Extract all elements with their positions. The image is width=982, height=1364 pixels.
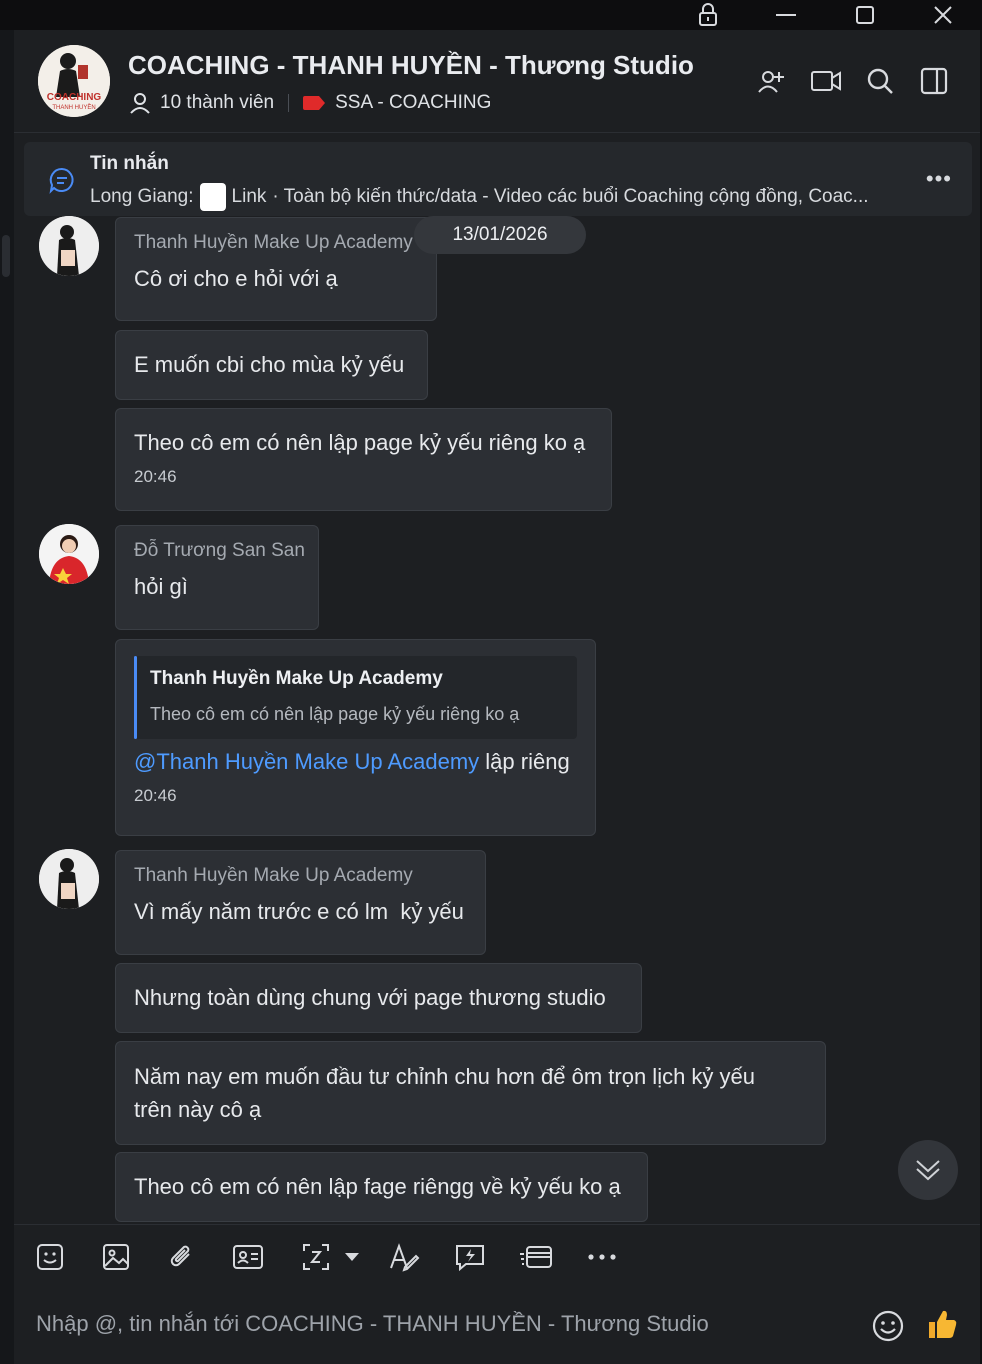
chevron-down-icon[interactable] [332, 1237, 372, 1277]
add-member-icon[interactable] [755, 64, 789, 98]
date-separator: 13/01/2026 [414, 216, 586, 254]
message-text: Theo cô em có nên lập page kỷ yếu riêng … [134, 430, 586, 455]
pinned-title: Tin nhắn [90, 153, 169, 174]
message-bubble[interactable]: Thanh Huyền Make Up Academy Cô ơi cho e … [115, 217, 437, 321]
tag-icon [303, 96, 335, 110]
scroll-to-bottom-button[interactable] [898, 1140, 958, 1200]
avatar[interactable] [39, 216, 99, 276]
conversation-title[interactable]: COACHING - THANH HUYỀN - Thương Studio [128, 50, 694, 81]
attachment-icon[interactable] [162, 1237, 202, 1277]
lock-icon[interactable] [683, 0, 733, 30]
chevron-double-down-icon [916, 1160, 940, 1181]
sticker-icon[interactable] [30, 1237, 70, 1277]
message-text: Theo cô em có nên lập fage riêngg về kỷ … [134, 1174, 621, 1199]
reply-quote[interactable]: Thanh Huyền Make Up Academy Theo cô em c… [134, 656, 577, 739]
maximize-icon[interactable] [840, 0, 890, 30]
message-bubble[interactable]: Thanh Huyền Make Up Academy Vì mấy năm t… [115, 850, 486, 955]
message-text-line: Năm nay em muốn đầu tư chỉnh chu hơn để … [134, 1064, 756, 1089]
avatar[interactable] [39, 849, 99, 909]
message-list: Thanh Huyền Make Up Academy Cô ơi cho e … [14, 216, 980, 1224]
message-bubble[interactable]: Đỗ Trương San San hỏi gì [115, 525, 319, 630]
message-composer[interactable]: Nhập @, tin nhắn tới COACHING - THANH HU… [14, 1287, 980, 1364]
window-titlebar [0, 0, 982, 30]
close-icon[interactable] [918, 0, 968, 30]
quote-sender: Thanh Huyền Make Up Academy [150, 668, 443, 689]
sidebar-toggle-icon[interactable] [917, 64, 951, 98]
format-text-icon[interactable] [384, 1237, 424, 1277]
message-bubble[interactable]: Theo cô em có nên lập page kỷ yếu riêng … [115, 408, 612, 511]
card-icon[interactable] [516, 1237, 556, 1277]
message-text: Vì mấy năm trước e có lm kỷ yếu [134, 899, 464, 924]
message-text: hỏi gì [134, 574, 188, 599]
search-icon[interactable] [863, 64, 897, 98]
conversation-tag[interactable]: SSA - COACHING [335, 92, 491, 114]
video-call-icon[interactable] [809, 64, 843, 98]
screenshot-icon[interactable] [296, 1237, 336, 1277]
pinned-text: · Toàn bộ kiến thức/data - Video các buổ… [272, 186, 869, 207]
message-time: 20:46 [134, 467, 177, 486]
avatar-badge-subtext: THANH HUYỀN [52, 104, 95, 111]
pinned-link-label[interactable]: Link [232, 186, 267, 208]
message-text: @Thanh Huyền Make Up Academy lập riêng [134, 745, 577, 778]
sender-name: Thanh Huyền Make Up Academy [134, 232, 413, 253]
scroll-handle[interactable] [2, 235, 10, 277]
composer-toolbar [14, 1224, 980, 1288]
mention-link[interactable]: @Thanh Huyền Make Up Academy [134, 749, 479, 774]
avatar-badge-text: COACHING [47, 92, 102, 103]
link-thumbnail [199, 183, 226, 211]
quote-text: Theo cô em có nên lập page kỷ yếu riêng … [150, 704, 520, 724]
quote-accent-bar [134, 656, 137, 739]
left-edge-strip [0, 30, 14, 1364]
more-icon[interactable] [582, 1237, 622, 1277]
meta-divider [288, 94, 290, 112]
message-time: 20:46 [134, 786, 177, 805]
message-bubble-icon [48, 166, 76, 194]
message-bubble[interactable]: E muốn cbi cho mùa kỷ yếu [115, 330, 428, 400]
minimize-icon[interactable] [761, 0, 811, 30]
message-text-line: trên này cô ạ [134, 1097, 262, 1122]
avatar[interactable] [39, 524, 99, 584]
sender-name: Đỗ Trương San San [134, 540, 305, 561]
conversation-header: COACHING THANH HUYỀN COACHING - THANH HU… [14, 30, 980, 133]
emoji-icon[interactable] [870, 1308, 906, 1344]
message-text: Cô ơi cho e hỏi với ạ [134, 266, 338, 291]
pinned-message-bar[interactable]: Tin nhắn Long Giang: Link · Toàn bộ kiến… [24, 142, 972, 216]
image-icon[interactable] [96, 1237, 136, 1277]
message-text: E muốn cbi cho mùa kỷ yếu [134, 352, 405, 377]
pinned-sender: Long Giang: [90, 186, 194, 207]
sender-name: Thanh Huyền Make Up Academy [134, 865, 413, 886]
quick-message-icon[interactable] [450, 1237, 490, 1277]
message-bubble[interactable]: Thanh Huyền Make Up Academy Theo cô em c… [115, 639, 596, 836]
chat-window: COACHING THANH HUYỀN COACHING - THANH HU… [14, 30, 980, 1364]
members-count[interactable]: 10 thành viên [160, 92, 274, 114]
message-text: Nhưng toàn dùng chung với page thương st… [134, 985, 606, 1010]
pinned-preview: Long Giang: Link · Toàn bộ kiến thức/dat… [90, 183, 900, 211]
message-input[interactable]: Nhập @, tin nhắn tới COACHING - THANH HU… [36, 1311, 709, 1337]
contact-card-icon[interactable] [228, 1237, 268, 1277]
members-icon [128, 91, 152, 115]
thumbs-up-icon[interactable] [924, 1305, 960, 1343]
group-avatar[interactable]: COACHING THANH HUYỀN [38, 45, 110, 117]
message-bubble[interactable]: Theo cô em có nên lập fage riêngg về kỷ … [115, 1152, 648, 1222]
conversation-meta: 10 thành viên SSA - COACHING [128, 90, 491, 116]
more-options-icon[interactable]: ••• [926, 166, 952, 192]
message-bubble[interactable]: Nhưng toàn dùng chung với page thương st… [115, 963, 642, 1033]
message-bubble[interactable]: Năm nay em muốn đầu tư chỉnh chu hơn để … [115, 1041, 826, 1145]
message-text-tail: lập riêng [479, 749, 570, 774]
